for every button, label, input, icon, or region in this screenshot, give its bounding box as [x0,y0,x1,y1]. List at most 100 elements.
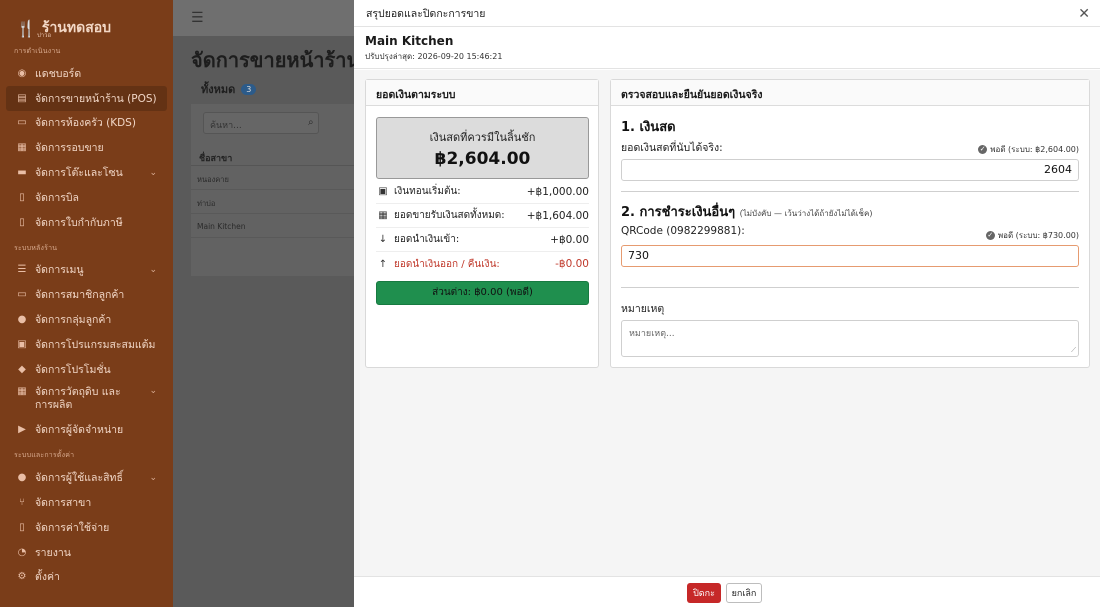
expected-cash-box: เงินสดที่ควรมีในลิ้นชัก ฿2,604.00 [376,117,589,179]
sidebar-item-members[interactable]: ▭ จัดการสมาชิกลูกค้า [0,282,173,307]
cash-register-icon: ▦ [378,210,388,221]
arrow-up-icon: ↑ [378,258,388,270]
check-circle-icon: ✓ [985,231,995,240]
sidebar-item-promotions[interactable]: ◆ จัดการโปรโมชั่น [0,357,173,382]
branch-table-card: ค้นหา... ⌕ ชื่อสาขา หนองคาย ท่าบ่อ Main … [191,104,361,276]
receipt-icon: ▯ [19,191,25,203]
sidebar-item-label: จัดการโปรโมชั่น [35,363,111,376]
branch-icon: ⑂ [19,497,25,509]
sidebar-item-reports[interactable]: ◔ รายงาน [0,540,173,565]
summary-label: ยอดนำเงินเข้า: [394,234,460,245]
qrcode-amount-input[interactable]: 730 [621,245,1079,267]
sidebar-item-tables[interactable]: ▬ จัดการโต๊ะและโซน ⌄ [0,160,173,185]
dashboard-icon: ◉ [17,67,27,79]
arrow-down-icon: ↓ [378,234,388,245]
table-header: ชื่อสาขา [191,146,361,166]
sidebar-item-label: จัดการกลุ่มลูกค้า [35,314,112,327]
modal-subheader: Main Kitchen ปรับปรุงล่าสุด: 2026-09-20 … [354,27,1100,69]
sidebar-item-label: จัดการใบกำกับภาษี [35,216,123,229]
resize-grip-icon[interactable]: ⟋ [1071,346,1076,355]
divider [621,287,1079,288]
section-title-backoffice: ระบบหลังร้าน [14,243,58,252]
note-label: หมายเหตุ [621,303,665,315]
sidebar-item-expenses[interactable]: ▯ จัดการค่าใช้จ่าย [0,515,173,540]
summary-label: ยอดขายรับเงินสดทั้งหมด: [394,210,505,221]
sidebar-item-customer-groups[interactable]: ● จัดการกลุ่มลูกค้า [0,307,173,332]
modal-footer: ปิดกะ ยกเลิก [354,576,1100,607]
sidebar-item-kds[interactable]: ▭ จัดการห้องครัว (KDS) [0,111,173,136]
close-shift-modal: สรุปยอดและปิดกะการขาย ✕ Main Kitchen ปรั… [354,0,1100,607]
sidebar-item-settings[interactable]: ⚙ ตั้งค่า [0,565,173,590]
sidebar-item-shifts[interactable]: ▦ จัดการรอบขาย [0,135,173,160]
sidebar-item-label: แดชบอร์ด [35,67,82,80]
sidebar-item-label: จัดการบิล [35,191,79,204]
sidebar-item-label: จัดการผู้จัดจำหน่าย [35,424,124,437]
sidebar-item-suppliers[interactable]: ▶ จัดการผู้จัดจำหน่าย [0,418,173,443]
user-group-icon: ● [17,472,27,484]
section-title-ops: การดำเนินงาน [14,47,61,55]
modal-body: ยอดเงินตามระบบ เงินสดที่ควรมีในลิ้นชัก ฿… [354,70,1100,576]
sidebar-item-label: จัดการสมาชิกลูกค้า [35,289,125,302]
tab-all[interactable]: ทั้งหมด 3 [191,78,267,106]
hamburger-icon[interactable]: ☰ [191,10,204,26]
table-row[interactable]: ท่าบ่อ [191,190,361,214]
sidebar-item-label: จัดการค่าใช้จ่าย [35,521,110,534]
count-badge: 3 [241,83,257,95]
divider [621,191,1079,192]
table-row[interactable]: หนองคาย [191,166,361,190]
sidebar: 🍴 ร้านทดสอบ ปาวอ การดำเนินงาน ◉ แดชบอร์ด … [0,0,173,607]
counted-cash-label: ยอดเงินสดที่นับได้จริง: [621,142,723,154]
sidebar-item-users[interactable]: ● จัดการผู้ใช้และสิทธิ์ ⌄ [0,465,173,490]
other-payments-title: 2. การชำระเงินอื่นๆ [621,205,736,220]
table-icon: ▬ [17,167,27,179]
cart-icon: ▤ [17,92,27,104]
sidebar-item-label: จัดการโต๊ะและโซน [35,167,123,180]
branch-name: Main Kitchen [365,34,454,48]
sidebar-item-label: จัดการสาขา [35,497,92,510]
qr-match-status: ✓ พอดี (ระบบ: ฿730.00) [985,229,1079,242]
note-placeholder: หมายเหตุ... [629,329,675,339]
table-row[interactable]: Main Kitchen [191,214,361,238]
search-icon[interactable]: ⌕ [308,117,314,128]
close-icon[interactable]: ✕ [1078,6,1090,22]
panel-heading: ยอดเงินตามระบบ [366,80,598,106]
sidebar-item-label: จัดการห้องครัว (KDS) [35,117,136,130]
sidebar-item-tax-invoice[interactable]: ▯ จัดการใบกำกับภาษี [0,210,173,235]
sidebar-item-label: ตั้งค่า [35,571,60,584]
summary-row: ▣ เงินทอนเริ่มต้น: +฿1,000.00 [376,180,589,204]
summary-row: ▦ ยอดขายรับเงินสดทั้งหมด: +฿1,604.00 [376,204,589,228]
other-payments-note: (ไม่บังคับ — เว้นว่างได้ถ้ายังไม่ได้เช็ค… [739,209,873,218]
sidebar-item-loyalty[interactable]: ▣ จัดการโปรแกรมสะสมแต้ม [0,332,173,357]
sidebar-item-bills[interactable]: ▯ จัดการบิล [0,185,173,210]
expected-cash-value: ฿2,604.00 [434,149,531,169]
brand-name: ร้านทดสอบ [41,20,112,36]
panel-heading: ตรวจสอบและยืนยันยอดเงินจริง [611,80,1089,106]
cash-match-status: ✓ พอดี (ระบบ: ฿2,604.00) [978,143,1079,156]
difference-bar: ส่วนต่าง: ฿0.00 (พอดี) [376,281,589,305]
sidebar-item-ingredients[interactable]: ▦ จัดการวัตถุดิบ และการผลิต ⌄ [0,382,173,418]
utensils-icon: 🍴 [16,18,36,38]
expense-icon: ▯ [19,521,25,533]
sidebar-item-label: รายงาน [35,546,71,559]
sidebar-item-pos[interactable]: ▤ จัดการขายหน้าร้าน (POS) [6,85,167,111]
sidebar-item-label: จัดการรอบขาย [35,142,104,155]
summary-label: เงินทอนเริ่มต้น: [394,186,461,197]
money-icon: ▣ [378,186,388,197]
chevron-down-icon: ⌄ [149,167,157,178]
sidebar-item-dashboard[interactable]: ◉ แดชบอร์ด [0,61,173,86]
search-input[interactable]: ค้นหา... [203,112,319,134]
tag-icon: ◆ [18,363,26,375]
chevron-down-icon: ⌄ [149,385,157,396]
member-card-icon: ▭ [17,289,27,301]
counted-cash-input[interactable]: 2604 [621,159,1079,181]
sidebar-item-menu[interactable]: ☰ จัดการเมนู ⌄ [0,258,173,283]
qr-match-text: พอดี (ระบบ: ฿730.00) [997,231,1079,240]
cash-section-title: 1. เงินสด [621,120,676,135]
system-balance-panel: ยอดเงินตามระบบ เงินสดที่ควรมีในลิ้นชัก ฿… [365,79,599,368]
sidebar-item-branches[interactable]: ⑂ จัดการสาขา [0,490,173,515]
close-shift-button[interactable]: ปิดกะ [687,583,721,603]
check-circle-icon: ✓ [978,145,988,154]
sidebar-item-label: จัดการเมนู [35,264,84,277]
note-textarea[interactable]: หมายเหตุ... ⟋ [621,320,1079,357]
cancel-button[interactable]: ยกเลิก [726,583,762,603]
